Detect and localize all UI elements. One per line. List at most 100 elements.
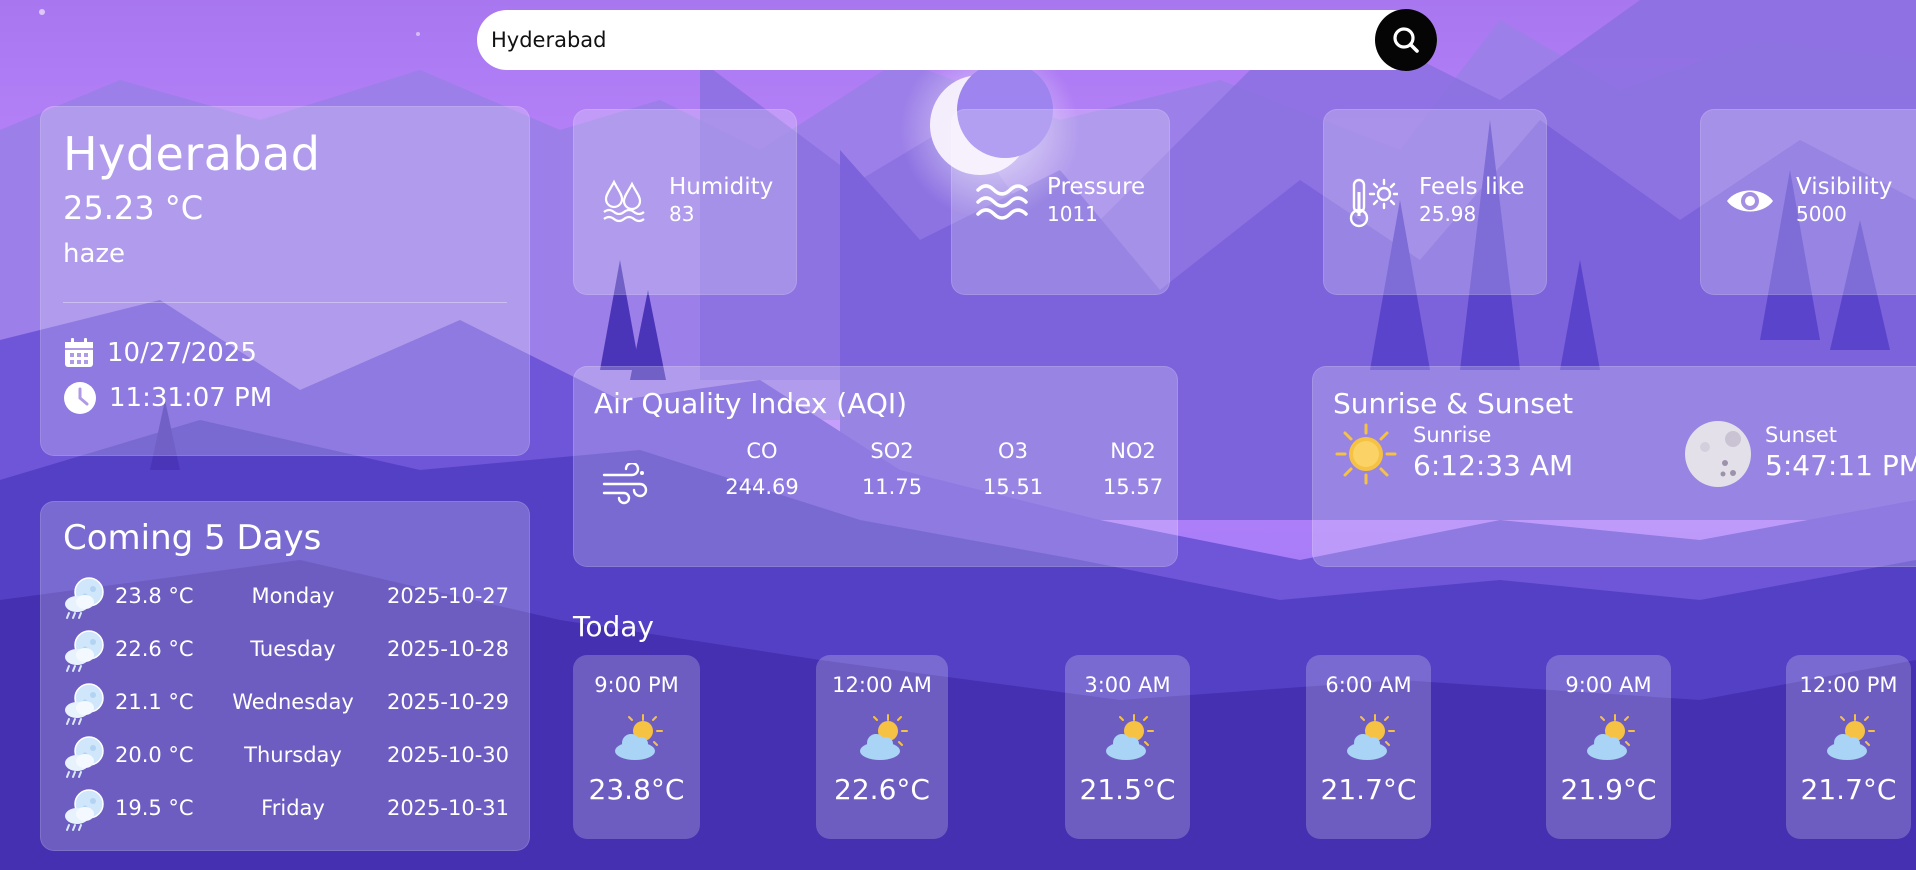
forecast-row: 21.1 °C Wednesday 2025-10-29 [63,680,509,725]
current-time: 11:31:07 PM [109,383,273,413]
aqi-value: 11.75 [861,475,923,499]
current-temperature: 25.23 °C [63,189,204,227]
feels-like-card: Feels like 25.98 [1323,109,1547,295]
hourly-time: 9:00 PM [594,673,679,697]
aqi-label: O3 [998,439,1028,463]
forecast-title: Coming 5 Days [63,518,322,558]
partly-cloudy-night-icon [65,736,104,778]
pressure-icon [976,184,1028,220]
hourly-card: 12:00 AM 22.6°C [816,655,948,839]
hourly-temp: 21.5°C [1079,773,1176,806]
partly-cloudy-night-icon [65,683,104,725]
hourly-icon-wrap [1343,713,1395,765]
sunrise-label: Sunrise [1413,423,1492,447]
forecast-temp: 20.0 °C [115,743,194,767]
forecast-day: Thursday [244,743,342,767]
forecast-date: 2025-10-30 [386,743,509,767]
pressure-label: Pressure [1047,174,1146,200]
hourly-icon-wrap [856,713,908,765]
aqi-label: CO [746,439,778,463]
feels-like-value: 25.98 [1419,202,1477,226]
weather-description: haze [63,239,126,269]
forecast-temp: 19.5 °C [115,796,194,820]
thermometer-sun-icon [1349,178,1398,228]
eye-icon [1727,190,1773,212]
hourly-icon-wrap [611,713,663,765]
forecast-day: Friday [261,796,325,820]
forecast-day: Wednesday [232,690,354,714]
hourly-time: 3:00 AM [1084,673,1171,697]
forecast-date: 2025-10-31 [386,796,509,820]
partly-sunny-icon [1826,714,1875,760]
wind-icon [602,463,648,505]
forecast-day: Monday [251,584,335,608]
forecast-icon-wrap [63,682,109,731]
hourly-card: 3:00 AM 21.5°C [1065,655,1190,839]
hourly-temp: 21.9°C [1560,773,1657,806]
partly-sunny-icon [1105,714,1154,760]
hourly-card: 12:00 PM 21.7°C [1786,655,1911,839]
moon-icon [1685,421,1751,487]
search-bar [477,9,1437,71]
forecast-row: 22.6 °C Tuesday 2025-10-28 [63,627,509,672]
forecast-temp: 21.1 °C [115,690,194,714]
forecast-row: 19.5 °C Friday 2025-10-31 [63,786,509,831]
hourly-time: 12:00 AM [832,673,932,697]
current-date: 10/27/2025 [107,338,257,368]
divider [63,302,507,303]
aqi-title: Air Quality Index (AQI) [594,387,908,420]
hourly-card: 9:00 AM 21.9°C [1546,655,1671,839]
sunset-time: 5:47:11 PM [1765,449,1916,482]
forecast-card: Coming 5 Days 23.8 °C Monday 2025-10-27 … [40,501,530,851]
aqi-card: Air Quality Index (AQI) CO 244.69 SO2 11.… [573,366,1178,567]
today-title: Today [573,610,654,643]
calendar-icon [65,338,93,367]
sunset-label: Sunset [1765,423,1838,447]
hourly-temp: 21.7°C [1800,773,1897,806]
partly-sunny-icon [614,714,663,760]
hourly-card: 9:00 PM 23.8°C [573,655,700,839]
humidity-value: 83 [669,202,695,226]
sun-card: Sunrise & Sunset Sunrise 6:12:33 AM Suns… [1312,366,1916,567]
search-input[interactable] [491,24,1351,56]
visibility-card: Visibility 5000 [1700,109,1916,295]
hourly-temp: 21.7°C [1320,773,1417,806]
visibility-label: Visibility [1796,174,1893,200]
search-button[interactable] [1375,9,1437,71]
forecast-day: Tuesday [250,637,336,661]
aqi-label: NO2 [1110,439,1156,463]
forecast-icon-wrap [63,629,109,678]
aqi-value: 15.51 [982,475,1044,499]
feels-like-label: Feels like [1419,174,1525,200]
partly-cloudy-night-icon [65,630,104,672]
partly-sunny-icon [860,714,908,760]
forecast-row: 23.8 °C Monday 2025-10-27 [63,574,509,619]
sunrise-time: 6:12:33 AM [1413,449,1574,482]
hourly-temp: 22.6°C [834,773,930,806]
forecast-icon-wrap [63,788,109,837]
date-row: 10/27/2025 [63,337,257,369]
hourly-time: 9:00 AM [1565,673,1652,697]
sun-title: Sunrise & Sunset [1333,387,1574,420]
forecast-icon-wrap [63,735,109,784]
forecast-date: 2025-10-27 [386,584,509,608]
aqi-value: 15.57 [1102,475,1164,499]
forecast-temp: 23.8 °C [115,584,194,608]
pressure-card: Pressure 1011 [951,109,1170,295]
hourly-temp: 23.8°C [588,773,685,806]
humidity-label: Humidity [669,174,774,200]
partly-sunny-icon [1346,714,1395,760]
visibility-value: 5000 [1796,202,1847,226]
humidity-card: Humidity 83 [573,109,797,295]
clock-icon [64,382,96,414]
time-row: 11:31:07 PM [63,381,272,415]
forecast-icon-wrap [63,576,109,625]
hourly-icon-wrap [1583,713,1635,765]
humidity-icon [603,179,645,223]
forecast-temp: 22.6 °C [115,637,194,661]
search-icon [1393,27,1419,53]
forecast-date: 2025-10-28 [386,637,509,661]
partly-cloudy-night-icon [65,789,104,831]
city-name: Hyderabad [63,127,321,181]
hourly-time: 6:00 AM [1325,673,1412,697]
